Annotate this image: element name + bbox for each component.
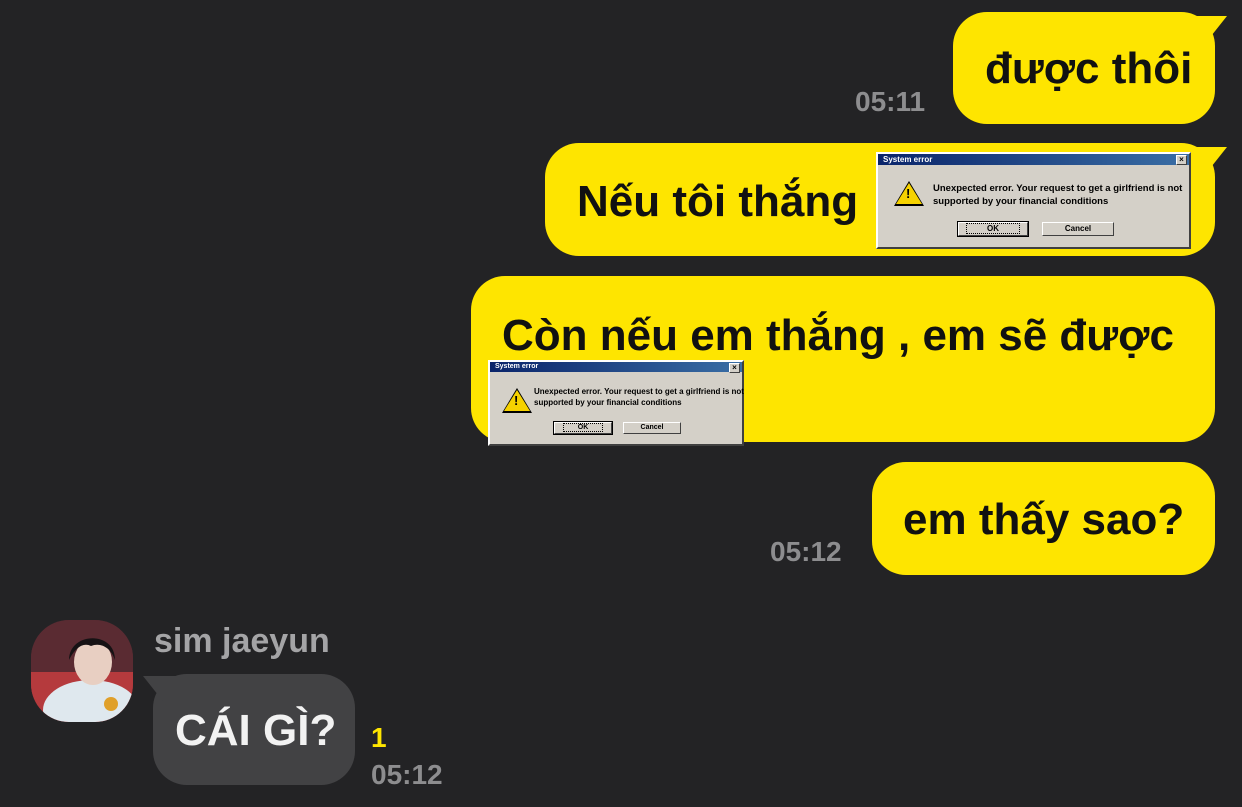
- outgoing-message-bubble[interactable]: em thấy sao?: [872, 462, 1215, 575]
- outgoing-message-bubble[interactable]: Nếu tôi thắng System error × ! Unexpecte…: [545, 143, 1215, 256]
- avatar[interactable]: [31, 620, 133, 722]
- dialog-titlebar: System error ×: [878, 154, 1189, 165]
- message-timestamp: 05:12: [371, 759, 443, 790]
- message-timestamp: 05:12: [770, 536, 842, 567]
- dialog-message: Unexpected error. Your request to get a …: [933, 183, 1183, 207]
- dialog-ok-button: OK: [553, 421, 613, 435]
- error-dialog-sticker: System error × ! Unexpected error. Your …: [488, 360, 744, 446]
- close-icon: ×: [729, 363, 740, 373]
- dialog-title: System error: [883, 155, 933, 164]
- message-timestamp: 05:11: [855, 86, 926, 117]
- warning-icon: !: [502, 388, 532, 413]
- avatar-photo: [31, 620, 133, 722]
- message-text: Nếu tôi thắng: [577, 177, 859, 226]
- message-text: em thấy sao?: [903, 495, 1185, 544]
- close-icon: ×: [1176, 155, 1187, 165]
- sender-name: sim jaeyun: [154, 622, 330, 660]
- error-dialog-sticker: System error × ! Unexpected error. Your …: [876, 152, 1191, 249]
- dialog-titlebar: System error ×: [490, 362, 742, 373]
- dialog-title: System error: [495, 363, 539, 370]
- warning-icon: !: [894, 181, 924, 206]
- dialog-cancel-button: Cancel: [623, 422, 681, 434]
- message-text: CÁI GÌ?: [175, 706, 337, 755]
- incoming-message-bubble[interactable]: CÁI GÌ?: [153, 674, 355, 785]
- message-text: được thôi: [985, 44, 1193, 93]
- outgoing-message-bubble[interactable]: được thôi: [953, 12, 1215, 124]
- unread-count-badge: 1: [371, 722, 387, 753]
- message-text: Còn nếu em thắng , em sẽ được: [502, 311, 1174, 360]
- dialog-ok-button: OK: [957, 221, 1029, 237]
- outgoing-message-bubble[interactable]: Còn nếu em thắng , em sẽ được System err…: [471, 276, 1215, 446]
- dialog-message: Unexpected error. Your request to get a …: [534, 387, 744, 407]
- dialog-cancel-button: Cancel: [1042, 222, 1114, 236]
